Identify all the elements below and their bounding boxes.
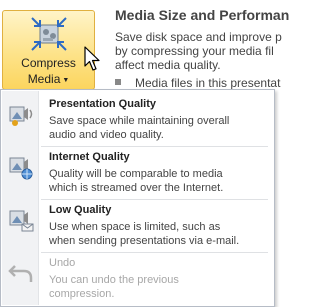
compress-media-icon — [31, 17, 67, 51]
undo-icon — [8, 265, 33, 282]
info-title: Media Size and Performan — [115, 7, 290, 23]
presentation-quality-icon — [9, 106, 33, 126]
menu-item-title: Undo — [49, 257, 76, 269]
info-body-line: affect media quality. — [115, 58, 221, 72]
menu-item-desc: Use when space is limited, such as when … — [49, 221, 240, 247]
menu-item-desc: Quality will be comparable to media whic… — [49, 168, 224, 194]
mouse-cursor-icon — [84, 46, 100, 71]
menu-item-low-quality[interactable]: Low Quality Use when space is limited, s… — [2, 200, 273, 252]
low-quality-icon — [9, 210, 34, 232]
bullet-icon — [115, 79, 121, 85]
internet-quality-icon — [9, 157, 33, 180]
compress-media-button[interactable]: Compress Media ▼ — [2, 10, 95, 90]
compress-label: Compress — [21, 56, 76, 70]
menu-item-desc: You can undo the previous compression. — [49, 274, 179, 300]
menu-item-title: Low Quality — [49, 204, 112, 216]
menu-item-desc: Save space while maintaining overall aud… — [49, 115, 230, 141]
menu-item-internet-quality[interactable]: Internet Quality Quality will be compara… — [2, 147, 273, 199]
media-label: Media ▼ — [27, 72, 70, 86]
menu-item-title: Presentation Quality — [49, 98, 156, 110]
menu-item-title: Internet Quality — [49, 151, 130, 163]
compress-media-menu: Presentation Quality Save space while ma… — [0, 89, 275, 307]
menu-item-presentation-quality[interactable]: Presentation Quality Save space while ma… — [2, 94, 273, 146]
menu-item-undo[interactable]: Undo You can undo the previous compressi… — [2, 253, 273, 305]
info-body: Save disk space and improve p by compres… — [115, 30, 305, 72]
info-body-line: by compressing your media fil — [115, 44, 274, 58]
caret-down-icon: ▼ — [62, 77, 70, 84]
info-body-line: Save disk space and improve p — [115, 30, 282, 44]
info-bullet: Media files in this presentat — [115, 76, 280, 90]
